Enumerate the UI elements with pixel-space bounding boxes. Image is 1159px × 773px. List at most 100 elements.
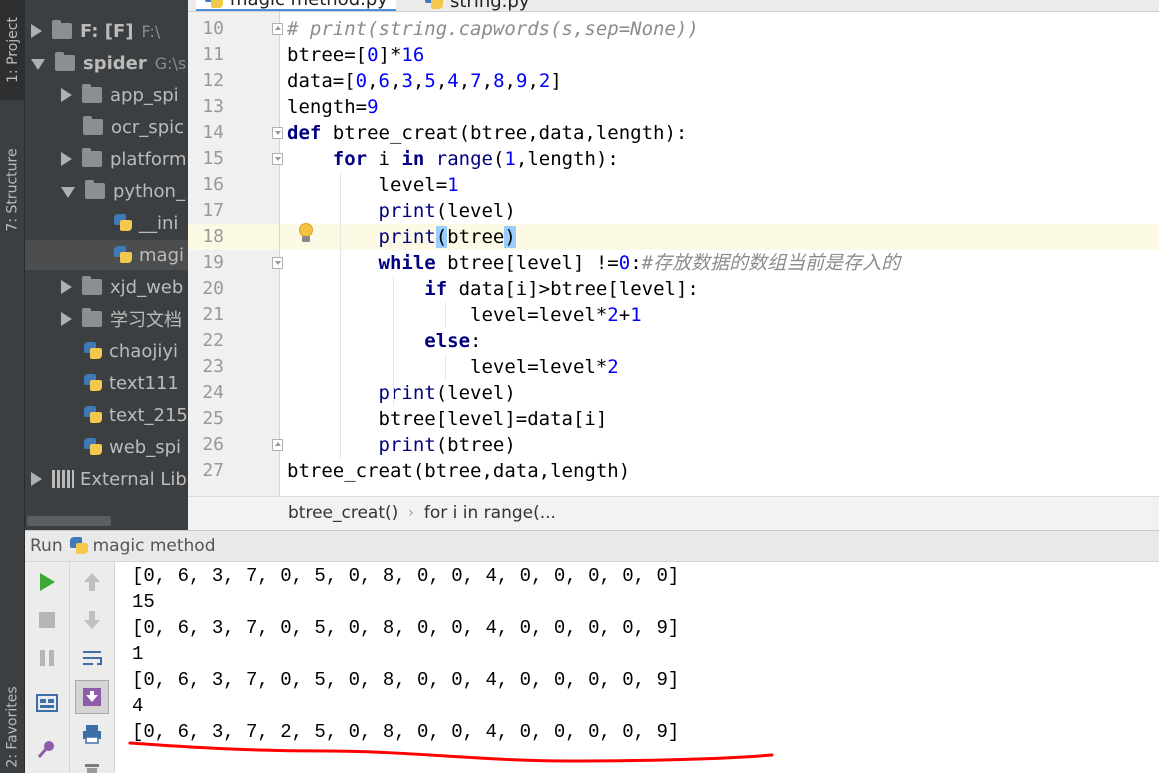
tree-item[interactable]: 学习文档 bbox=[25, 304, 188, 334]
line-number: 18 bbox=[202, 226, 224, 247]
line-number: 26 bbox=[202, 434, 224, 455]
code-line[interactable]: if data[i]>btree[level]: bbox=[287, 276, 699, 302]
pin-tab-button[interactable] bbox=[32, 734, 62, 764]
expand-arrow-icon[interactable] bbox=[61, 88, 72, 102]
tree-item[interactable]: platform bbox=[25, 144, 188, 174]
run-config-name[interactable]: magic method bbox=[93, 536, 216, 556]
code-line[interactable]: else: bbox=[287, 328, 481, 354]
tree-item-path: G:\s bbox=[154, 53, 187, 73]
code-line[interactable]: def btree_creat(btree,data,length): bbox=[287, 120, 687, 146]
collapse-arrow-icon[interactable] bbox=[61, 187, 75, 198]
scroll-to-end-button[interactable] bbox=[75, 680, 109, 714]
pause-button[interactable] bbox=[32, 643, 62, 673]
rerun-button[interactable] bbox=[32, 567, 62, 597]
breadcrumb-function[interactable]: btree_creat() bbox=[288, 503, 398, 523]
line-number: 19 bbox=[202, 252, 224, 273]
layout-button[interactable] bbox=[32, 688, 62, 718]
tab-magic-method[interactable]: magic method.py bbox=[196, 0, 396, 11]
tree-item[interactable]: python_ bbox=[25, 176, 188, 206]
tree-item[interactable]: F: [F] F:\ bbox=[25, 16, 188, 46]
tree-item-label: text_215 bbox=[109, 404, 188, 426]
tree-item[interactable]: magi bbox=[25, 240, 188, 270]
line-number: 20 bbox=[202, 278, 224, 299]
indent-guide bbox=[393, 276, 394, 406]
expand-arrow-icon[interactable] bbox=[31, 472, 42, 486]
fold-marker-icon[interactable] bbox=[272, 127, 283, 139]
tree-item[interactable]: External Lib bbox=[25, 464, 188, 494]
code-line[interactable]: print(btree) bbox=[287, 432, 516, 458]
lightbulb-icon[interactable] bbox=[296, 222, 316, 246]
fold-marker-icon[interactable] bbox=[272, 23, 283, 35]
structure-tool-tab[interactable]: 7: Structure bbox=[0, 130, 25, 250]
python-file-icon bbox=[113, 245, 133, 265]
line-number: 14 bbox=[202, 122, 224, 143]
expand-arrow-icon[interactable] bbox=[61, 152, 72, 166]
code-line[interactable]: while btree[level] !=0:#存放数据的数组当前是存入的 bbox=[287, 250, 901, 276]
tree-item[interactable]: web_spi bbox=[25, 432, 188, 462]
code-line[interactable]: length=9 bbox=[287, 94, 379, 120]
code-line[interactable]: print(btree) bbox=[287, 224, 516, 250]
project-horizontal-scrollbar[interactable] bbox=[27, 516, 111, 526]
code-line[interactable]: print(level) bbox=[287, 380, 516, 406]
code-line[interactable]: level=1 bbox=[287, 172, 459, 198]
printer-icon bbox=[83, 725, 101, 744]
line-number: 13 bbox=[202, 96, 224, 117]
indent-guide bbox=[445, 354, 446, 380]
code-line[interactable]: data=[0,6,3,5,4,7,8,9,2] bbox=[287, 68, 562, 94]
fold-marker-icon[interactable] bbox=[272, 257, 283, 269]
print-button[interactable] bbox=[77, 719, 107, 749]
collapse-arrow-icon[interactable] bbox=[31, 59, 45, 70]
folder-icon bbox=[55, 52, 75, 71]
clear-all-button[interactable] bbox=[77, 756, 107, 773]
expand-arrow-icon[interactable] bbox=[31, 24, 42, 38]
tree-item-label: External Lib bbox=[80, 468, 187, 490]
tab-string[interactable]: string.py bbox=[416, 0, 537, 11]
tree-item[interactable]: chaojiyi bbox=[25, 336, 188, 366]
line-number: 22 bbox=[202, 330, 224, 351]
code-line[interactable]: btree_creat(btree,data,length) bbox=[287, 458, 630, 484]
arrow-up-icon bbox=[84, 573, 100, 591]
breadcrumb-bar: btree_creat() › for i in range(... bbox=[188, 496, 1159, 530]
project-tab-label: 1: Project bbox=[4, 17, 21, 83]
tree-item[interactable]: ocr_spic bbox=[25, 112, 188, 142]
play-icon bbox=[40, 573, 55, 591]
tree-item[interactable]: text_215 bbox=[25, 400, 188, 430]
tree-item[interactable]: __ini bbox=[25, 208, 188, 238]
breadcrumb: btree_creat() › for i in range(... bbox=[288, 503, 556, 523]
stop-button[interactable] bbox=[32, 605, 62, 635]
tree-item[interactable]: app_spi bbox=[25, 80, 188, 110]
folder-icon bbox=[82, 148, 102, 167]
python-file-icon bbox=[83, 341, 103, 361]
code-line[interactable]: btree=[0]*16 bbox=[287, 42, 424, 68]
folder-icon bbox=[83, 116, 103, 135]
stop-icon bbox=[39, 612, 55, 628]
scroll-down-button[interactable] bbox=[77, 605, 107, 635]
tree-item[interactable]: text111 bbox=[25, 368, 188, 398]
favorites-tool-tab[interactable]: 2: Favorites bbox=[0, 680, 25, 773]
tree-item[interactable]: xjd_web bbox=[25, 272, 188, 302]
folder-icon bbox=[82, 308, 102, 327]
project-tool-tab[interactable]: 1: Project bbox=[0, 0, 25, 100]
run-toolbar-primary bbox=[25, 562, 70, 773]
expand-arrow-icon[interactable] bbox=[61, 280, 72, 294]
soft-wrap-button[interactable] bbox=[77, 643, 107, 673]
breadcrumb-loop[interactable]: for i in range(... bbox=[424, 503, 556, 523]
console-output-line: [0, 6, 3, 7, 0, 5, 0, 8, 0, 0, 4, 0, 0, … bbox=[132, 565, 680, 587]
python-file-icon bbox=[69, 536, 89, 556]
fold-marker-icon[interactable] bbox=[272, 153, 283, 165]
scroll-up-button[interactable] bbox=[77, 567, 107, 597]
tree-item[interactable]: spider G:\s bbox=[25, 48, 188, 78]
tab-label: magic method.py bbox=[230, 0, 388, 10]
library-icon bbox=[52, 470, 74, 488]
code-line[interactable]: for i in range(1,length): bbox=[287, 146, 619, 172]
code-line[interactable]: # print(string.capwords(s,sep=None)) bbox=[287, 16, 699, 42]
line-number: 25 bbox=[202, 408, 224, 429]
code-line[interactable]: print(level) bbox=[287, 198, 516, 224]
tree-item-label: python_ bbox=[113, 180, 185, 202]
tree-item-label: text111 bbox=[109, 372, 179, 394]
code-line[interactable]: btree[level]=data[i] bbox=[287, 406, 608, 432]
code-line[interactable]: level=level*2 bbox=[287, 354, 619, 380]
fold-marker-icon[interactable] bbox=[272, 439, 283, 451]
expand-arrow-icon[interactable] bbox=[61, 312, 72, 326]
